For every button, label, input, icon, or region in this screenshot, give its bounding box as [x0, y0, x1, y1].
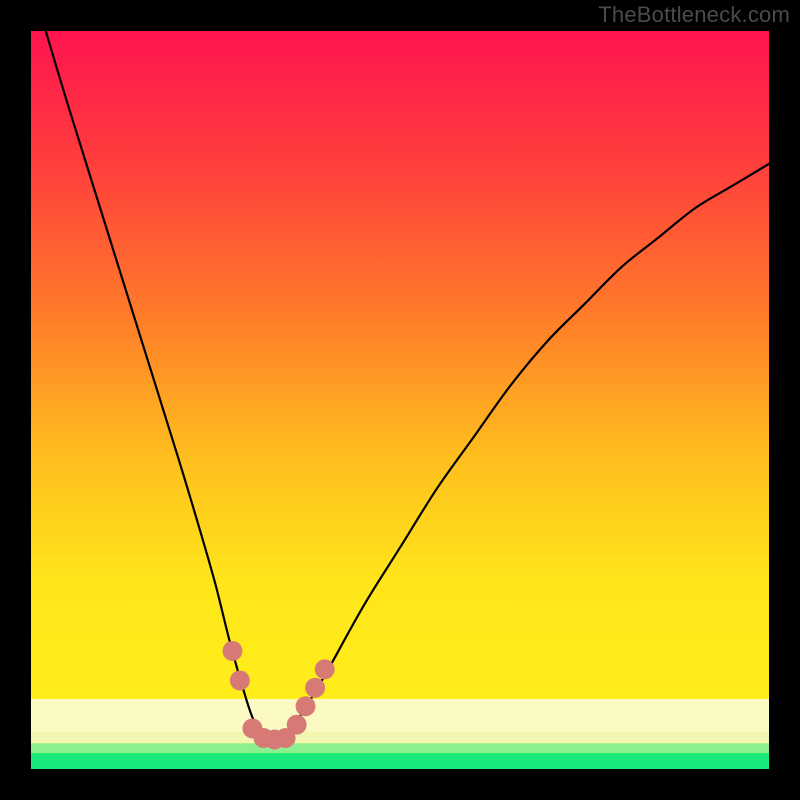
highlight-dot	[305, 678, 325, 698]
highlight-dot	[230, 670, 250, 690]
highlight-dot	[296, 696, 316, 716]
chart-area	[31, 31, 769, 769]
watermark-text: TheBottleneck.com	[598, 2, 790, 28]
bottleneck-chart	[31, 31, 769, 769]
cream-band	[31, 732, 769, 743]
pale-yellow-band	[31, 699, 769, 732]
highlight-dot	[287, 715, 307, 735]
light-green-band	[31, 743, 769, 753]
highlight-dot	[315, 659, 335, 679]
outer-frame: TheBottleneck.com	[0, 0, 800, 800]
gradient-background	[31, 31, 769, 769]
highlight-dot	[223, 641, 243, 661]
highlight-bands	[31, 699, 769, 769]
green-band	[31, 753, 769, 769]
